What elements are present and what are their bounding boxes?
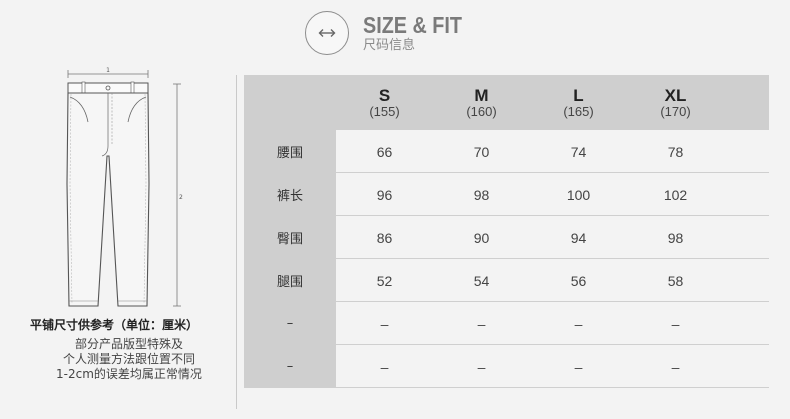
unit-note: 平铺尺寸供参考（单位：厘米） xyxy=(30,318,199,332)
table-cell: – xyxy=(574,358,583,375)
size-label: S xyxy=(378,85,391,105)
size-label: L xyxy=(573,85,584,105)
length-marker: 2 xyxy=(179,194,183,201)
table-row: – – – – – xyxy=(244,345,769,388)
disclaimer-line: 部分产品版型特殊及 xyxy=(74,337,183,351)
row-label: 腰围 xyxy=(244,130,336,173)
size-column-header: XL (170) xyxy=(627,75,724,130)
table-cell: 100 xyxy=(566,186,591,203)
table-header-row: S (155) M (160) L (165) XL (170) xyxy=(244,75,769,130)
size-label: M xyxy=(474,85,489,105)
table-cell: 58 xyxy=(667,272,684,289)
table-cell: 56 xyxy=(570,272,587,289)
disclaimer-line: 1-2cm的误差均属正常情况 xyxy=(56,367,202,381)
height-label: (155) xyxy=(369,103,400,119)
resize-horizontal-icon xyxy=(305,11,349,55)
table-cell: 96 xyxy=(376,186,393,203)
height-label: (165) xyxy=(563,103,594,119)
pants-diagram: 1 2 xyxy=(66,67,183,307)
waist-marker: 1 xyxy=(106,67,110,74)
size-column-header: S (155) xyxy=(336,75,433,130)
table-row: – – – – – xyxy=(244,302,769,345)
table-cell: 90 xyxy=(473,229,490,246)
row-label: 腿围 xyxy=(244,259,336,302)
table-cell: 98 xyxy=(667,229,684,246)
table-cell: 98 xyxy=(473,186,490,203)
table-row: 裤长 96 98 100 102 xyxy=(244,173,769,216)
corner-cell xyxy=(244,75,336,130)
section-header: SIZE & FIT 尺码信息 xyxy=(305,10,478,56)
row-label: – xyxy=(244,345,336,388)
row-label: – xyxy=(244,302,336,345)
row-label: 裤长 xyxy=(244,173,336,216)
height-label: (170) xyxy=(660,103,691,119)
disclaimer-line: 个人测量方法跟位置不同 xyxy=(62,352,195,366)
table-cell: 54 xyxy=(473,272,490,289)
table-cell: 74 xyxy=(570,143,587,160)
size-column-header: M (160) xyxy=(433,75,530,130)
table-cell: – xyxy=(574,315,583,332)
divider xyxy=(236,75,237,409)
table-cell: – xyxy=(477,315,486,332)
table-cell: 94 xyxy=(570,229,587,246)
table-cell: 102 xyxy=(663,186,688,203)
table-cell: – xyxy=(380,315,389,332)
table-cell: 86 xyxy=(376,229,393,246)
table-cell: 52 xyxy=(376,272,393,289)
table-row: 腿围 52 54 56 58 xyxy=(244,259,769,302)
size-table: S (155) M (160) L (165) XL (170) 腰围 66 70 7… xyxy=(244,75,769,388)
page-title: SIZE & FIT xyxy=(363,12,462,38)
table-cell: 78 xyxy=(667,143,684,160)
disclaimer: 部分产品版型特殊及 个人测量方法跟位置不同 1-2cm的误差均属正常情况 xyxy=(22,337,236,382)
table-row: 腰围 66 70 74 78 xyxy=(244,130,769,173)
table-cell: – xyxy=(671,315,680,332)
table-cell: 70 xyxy=(473,143,490,160)
size-label: XL xyxy=(664,85,687,105)
size-column-header: L (165) xyxy=(530,75,627,130)
table-body: 腰围 66 70 74 78 裤长 96 98 100 102 臀围 86 90 94 98 腿围 52 54 56… xyxy=(244,130,769,388)
table-cell: – xyxy=(671,358,680,375)
page-subtitle: 尺码信息 xyxy=(363,38,416,53)
table-cell: – xyxy=(380,358,389,375)
row-label: 臀围 xyxy=(244,216,336,259)
height-label: (160) xyxy=(466,103,497,119)
table-cell: – xyxy=(477,358,486,375)
table-row: 臀围 86 90 94 98 xyxy=(244,216,769,259)
table-cell: 66 xyxy=(376,143,393,160)
